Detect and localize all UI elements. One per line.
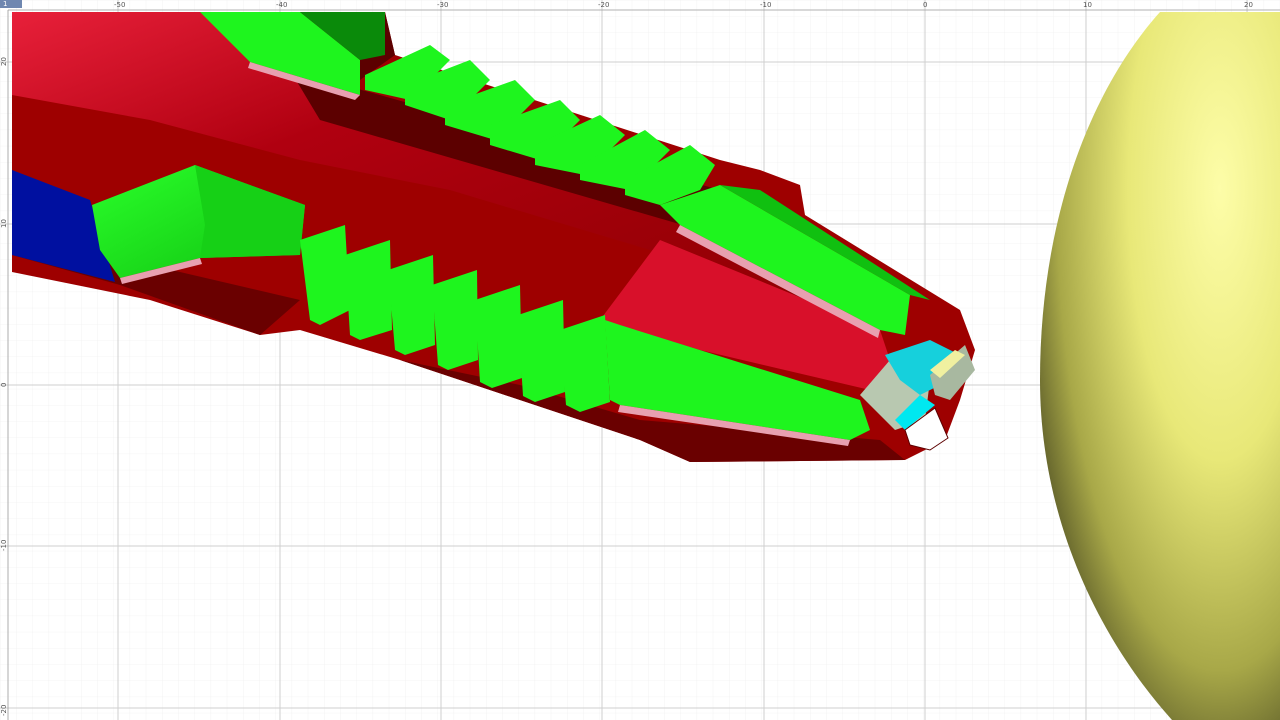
y-tick-label: 20 xyxy=(0,57,8,66)
x-tick-label: -20 xyxy=(598,1,609,9)
x-tick-label: -40 xyxy=(276,1,287,9)
x-tick-label: -10 xyxy=(760,1,771,9)
y-tick-label: 10 xyxy=(0,219,8,228)
y-tick-label: -10 xyxy=(0,540,8,551)
y-tick-label: -20 xyxy=(0,705,8,716)
y-tick-label: 0 xyxy=(0,383,8,387)
cad-viewport[interactable]: -50 -40 -30 -20 -10 0 10 20 20 10 0 -10 … xyxy=(0,0,1280,720)
x-tick-label: -30 xyxy=(437,1,448,9)
x-tick-label: -50 xyxy=(114,1,125,9)
x-tick-label: 20 xyxy=(1244,1,1253,9)
x-tick-label: 10 xyxy=(1083,1,1092,9)
scene-canvas[interactable]: -50 -40 -30 -20 -10 0 10 20 20 10 0 -10 … xyxy=(0,0,1280,720)
viewport-tab[interactable]: 1 xyxy=(0,0,22,8)
x-tick-label: 0 xyxy=(923,1,927,9)
